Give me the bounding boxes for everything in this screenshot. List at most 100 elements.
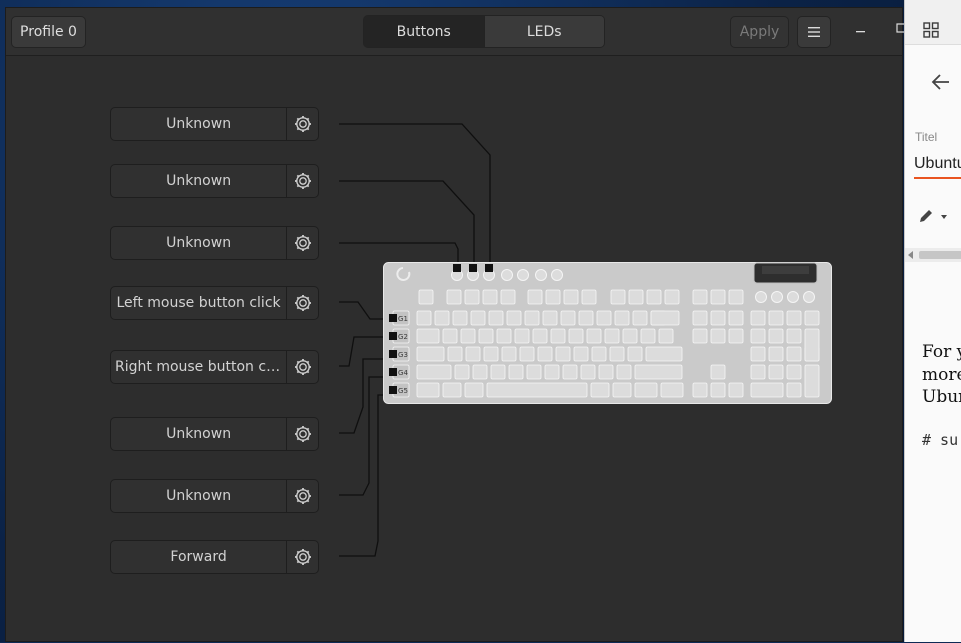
keyboard-key (728, 382, 744, 398)
keyboard-key (447, 346, 463, 362)
keyboard-key (416, 310, 432, 326)
apply-button[interactable]: Apply (730, 16, 789, 48)
keyboard-key (598, 364, 614, 380)
pencil-icon[interactable] (918, 208, 948, 224)
keyboard-key (524, 310, 540, 326)
button-mapping-row[interactable]: Unknown (110, 479, 319, 513)
back-arrow-icon[interactable] (931, 73, 951, 91)
scroll-left-icon[interactable] (908, 251, 914, 259)
keyboard-key (632, 310, 648, 326)
maximize-button[interactable] (896, 22, 907, 37)
keyboard-key (460, 328, 476, 344)
keyboard-key (527, 289, 543, 305)
keyboard-key (609, 346, 625, 362)
keyboard-key (622, 328, 638, 344)
button-mapping-row[interactable]: Unknown (110, 107, 319, 141)
gear-icon[interactable] (287, 172, 318, 190)
scrollbar-thumb[interactable] (919, 251, 961, 259)
button-mapping-label[interactable]: Unknown (111, 426, 286, 442)
keyboard-key (416, 382, 440, 398)
button-mapping-label[interactable]: Left mouse button click (111, 295, 286, 311)
tab-buttons[interactable]: Buttons (364, 16, 484, 47)
button-mapping-row[interactable]: Unknown (110, 164, 319, 198)
keyboard-key (545, 289, 561, 305)
button-mapping-label[interactable]: Forward (111, 549, 286, 565)
g-key-label: G1 (398, 315, 408, 323)
button-mapping-row[interactable]: Left mouse button click (110, 286, 319, 320)
keyboard-key (692, 289, 708, 305)
keyboard-key (692, 310, 708, 326)
keyboard-key (482, 289, 498, 305)
horizontal-scrollbar[interactable] (905, 248, 961, 262)
button-mapping-label[interactable]: Unknown (111, 116, 286, 132)
gear-icon[interactable] (287, 234, 318, 252)
button-mapping-label[interactable]: Right mouse button cl… (111, 359, 286, 375)
gear-icon[interactable] (287, 487, 318, 505)
button-mapping-row[interactable]: Unknown (110, 226, 319, 260)
g-key-label: G5 (398, 387, 408, 395)
keyboard-key (532, 328, 548, 344)
keyboard-key (750, 346, 766, 362)
maximize-icon (896, 23, 907, 33)
keyboard-key (478, 328, 494, 344)
keyboard-key (580, 364, 596, 380)
button-config-area: G1 G2 G3 G4 G5 Unknown Unknown Unknown Left mou… (6, 55, 902, 643)
macro-key-connector (485, 264, 493, 272)
keyboard-key (804, 364, 820, 398)
doc-line-2: more (922, 365, 961, 385)
gear-icon[interactable] (287, 294, 318, 312)
profile-button[interactable]: Profile 0 (11, 16, 86, 48)
keyboard-key (650, 310, 680, 326)
menu-button[interactable] (797, 16, 831, 48)
keyboard-key (750, 382, 784, 398)
gear-icon[interactable] (287, 425, 318, 443)
button-mapping-label[interactable]: Unknown (111, 235, 286, 251)
keyboard-key (418, 289, 434, 305)
keyboard-key (537, 346, 553, 362)
gear-icon[interactable] (287, 115, 318, 133)
keyboard-key (496, 328, 512, 344)
tab-leds[interactable]: LEDs (483, 16, 604, 47)
button-mapping-row[interactable]: Right mouse button cl… (110, 350, 319, 384)
apps-grid-icon[interactable] (923, 22, 939, 38)
connection-line (339, 394, 389, 557)
keyboard-key (692, 328, 708, 344)
g-key-connector (389, 350, 397, 358)
media-key (771, 291, 783, 303)
connection-line (339, 336, 389, 367)
minimize-button[interactable] (856, 22, 866, 37)
keyboard-key (640, 328, 656, 344)
keyboard-key (768, 364, 784, 380)
keyboard-key (768, 328, 784, 344)
keyboard-key (768, 310, 784, 326)
title-field-label: Titel (915, 130, 938, 144)
gear-icon[interactable] (287, 358, 318, 376)
keyboard-key (728, 289, 744, 305)
keyboard-key (710, 289, 726, 305)
keyboard-key (562, 364, 578, 380)
keyboard-key (464, 289, 480, 305)
keyboard-key (710, 382, 726, 398)
keyboard-key (786, 382, 802, 398)
keyboard-key (500, 289, 516, 305)
g-key-label: G2 (398, 333, 408, 341)
keyboard-key (581, 289, 597, 305)
title-field[interactable]: Ubuntu (914, 155, 961, 173)
keyboard-key (555, 346, 571, 362)
button-mapping-row[interactable]: Unknown (110, 417, 319, 451)
keyboard-key (660, 382, 684, 398)
hamburger-icon (808, 27, 820, 37)
keyboard-key (573, 346, 589, 362)
keyboard-key (446, 289, 462, 305)
keyboard-key (634, 364, 683, 380)
doc-line-3: Ubur (922, 387, 961, 407)
button-mapping-label[interactable]: Unknown (111, 488, 286, 504)
gear-icon[interactable] (287, 548, 318, 566)
keyboard-key (804, 328, 820, 362)
button-mapping-row[interactable]: Forward (110, 540, 319, 574)
keyboard-key (416, 364, 452, 380)
button-mapping-label[interactable]: Unknown (111, 173, 286, 189)
keyboard-key (590, 382, 610, 398)
piper-window: Profile 0 Buttons LEDs Apply G1 G2 G3 G4 G5 … (5, 7, 907, 643)
title-field-underline (914, 177, 961, 179)
